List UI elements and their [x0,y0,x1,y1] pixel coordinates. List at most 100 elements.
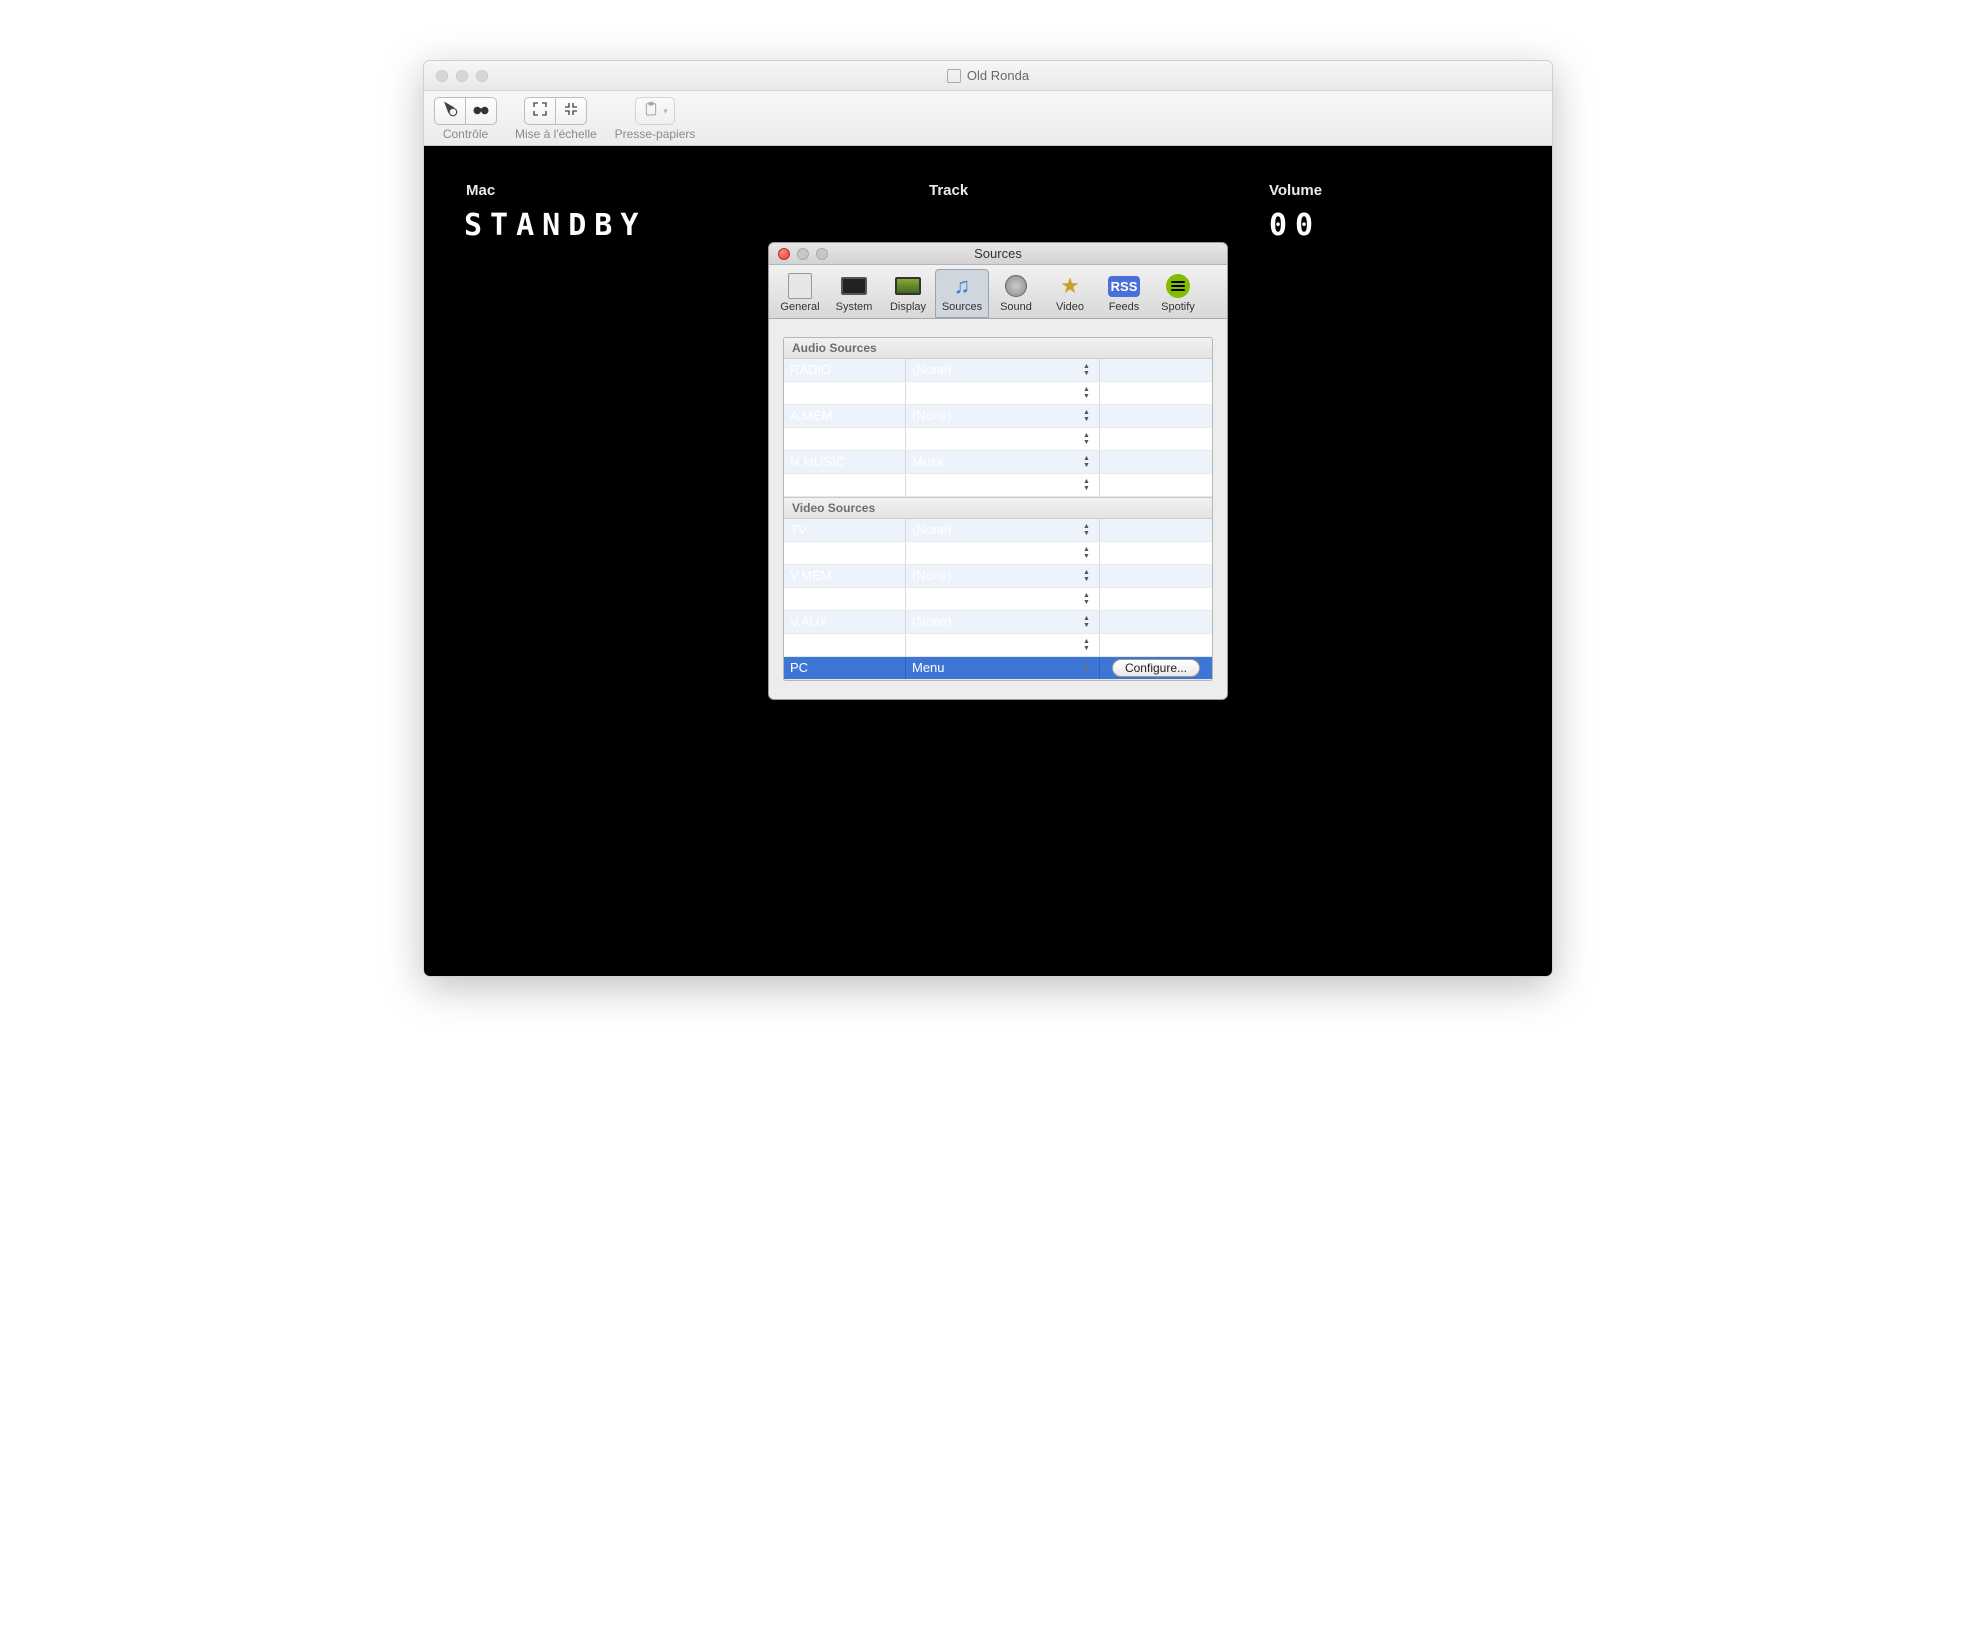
source-action-cell [1100,474,1212,496]
sources-tabs: General System Display ♫ Sources Sound [769,265,1227,319]
mac-label: Mac [466,182,495,199]
source-value-stepper[interactable]: Aux▲▼ [906,428,1100,450]
stepper-icon[interactable]: ▲▼ [1083,521,1095,538]
source-action-cell [1100,451,1212,473]
source-value-stepper[interactable]: CD▲▼ [906,382,1100,404]
source-action-cell [1100,565,1212,587]
stepper-icon[interactable]: ▲▼ [1083,567,1095,584]
table-row[interactable]: DVD(None)▲▼ [784,588,1212,611]
table-row[interactable]: PCMenu▲▼ Configure... [784,657,1212,680]
sources-body: Audio Sources RADIO(None)▲▼CDCD▲▼A.MEM(N… [769,319,1227,699]
vnc-window: Old Ronda Contrôle [423,60,1553,977]
table-row[interactable]: DTV(None)▲▼ [784,542,1212,565]
source-name: PC [784,657,906,679]
chevron-down-icon: ▾ [663,106,668,117]
table-row[interactable]: V.MEM(None)▲▼ [784,565,1212,588]
contract-icon [562,101,580,121]
star-icon: ★ [1060,273,1080,299]
cursor-icon [441,100,459,122]
stepper-icon[interactable]: ▲▼ [1083,476,1095,493]
tab-video[interactable]: ★ Video [1043,269,1097,318]
stepper-icon[interactable]: ▲▼ [1083,659,1095,676]
stepper-icon[interactable]: ▲▼ [1083,430,1095,447]
source-value-stepper[interactable]: (None)▲▼ [906,611,1100,633]
source-value-stepper[interactable]: (None)▲▼ [906,405,1100,427]
tab-sources[interactable]: ♫ Sources [935,269,989,318]
table-row[interactable]: V.AUX(None)▲▼ [784,611,1212,634]
volume-label: Volume [1269,182,1322,199]
clipboard-icon [642,101,660,121]
toolbar-label: Mise à l'échelle [515,127,597,141]
video-sources-header: Video Sources [784,497,1212,519]
window-proxy-icon [947,69,961,83]
table-row[interactable]: A.MEM(None)▲▼ [784,405,1212,428]
source-action-cell [1100,405,1212,427]
window-title: Old Ronda [424,68,1552,83]
source-name: A.MEM [784,405,906,427]
source-value-stepper[interactable]: (None)▲▼ [906,634,1100,656]
source-value-stepper[interactable]: Music▲▼ [906,451,1100,473]
music-note-icon: ♫ [954,273,971,299]
source-name: V.AUX2 [784,634,906,656]
source-value-stepper[interactable]: Radio▲▼ [906,474,1100,496]
audio-sources-header: Audio Sources [784,338,1212,359]
toolbar-group-scale: Mise à l'échelle [515,97,597,141]
source-value-stepper[interactable]: (None)▲▼ [906,565,1100,587]
stepper-icon[interactable]: ▲▼ [1083,407,1095,424]
table-row[interactable]: CDCD▲▼ [784,382,1212,405]
stepper-icon[interactable]: ▲▼ [1083,613,1095,630]
tab-general[interactable]: General [773,269,827,318]
binoculars-button[interactable] [465,97,497,125]
tab-feeds[interactable]: RSS Feeds [1097,269,1151,318]
stepper-icon[interactable]: ▲▼ [1083,453,1095,470]
stepper-icon[interactable]: ▲▼ [1083,384,1095,401]
spotify-icon [1166,274,1190,298]
source-name: V.AUX [784,611,906,633]
source-action-cell [1100,611,1212,633]
configure-button[interactable]: Configure... [1112,659,1200,677]
table-row[interactable]: A.AUXAux▲▼ [784,428,1212,451]
source-value-stepper[interactable]: (None)▲▼ [906,519,1100,541]
source-name: DTV [784,542,906,564]
stepper-icon[interactable]: ▲▼ [1083,361,1095,378]
source-action-cell [1100,382,1212,404]
mac-value: STANDBY [464,208,646,243]
source-value-stepper[interactable]: Menu▲▼ [906,657,1100,679]
table-row[interactable]: N.MUSICMusic▲▼ [784,451,1212,474]
source-value-stepper[interactable]: (None)▲▼ [906,588,1100,610]
tab-display[interactable]: Display [881,269,935,318]
tab-spotify[interactable]: Spotify [1151,269,1205,318]
system-icon [841,277,867,295]
toolbar: Contrôle Mise à l'échelle [424,91,1552,146]
tab-sound[interactable]: Sound [989,269,1043,318]
source-action-cell [1100,519,1212,541]
source-value-stepper[interactable]: (None)▲▼ [906,542,1100,564]
titlebar[interactable]: Old Ronda [424,61,1552,91]
table-row[interactable]: TV(None)▲▼ [784,519,1212,542]
source-action-cell [1100,634,1212,656]
sources-titlebar[interactable]: Sources [769,243,1227,265]
volume-value: 00 [1269,208,1321,243]
stepper-icon[interactable]: ▲▼ [1083,590,1095,607]
source-name: DVD [784,588,906,610]
source-name: N.MUSIC [784,451,906,473]
expand-button[interactable] [524,97,556,125]
sources-table: Audio Sources RADIO(None)▲▼CDCD▲▼A.MEM(N… [783,337,1213,681]
toolbar-group-clipboard: ▾ Presse-papiers [615,97,696,141]
table-row[interactable]: V.AUX2(None)▲▼ [784,634,1212,657]
table-row[interactable]: RADIO(None)▲▼ [784,359,1212,382]
sources-window[interactable]: Sources General System Display ♫ Source [768,242,1228,700]
stepper-icon[interactable]: ▲▼ [1083,636,1095,653]
contract-button[interactable] [555,97,587,125]
source-action-cell [1100,428,1212,450]
clipboard-button[interactable]: ▾ [635,97,675,125]
source-value-stepper[interactable]: (None)▲▼ [906,359,1100,381]
stepper-icon[interactable]: ▲▼ [1083,544,1095,561]
remote-screen: Mac Track Volume STANDBY 00 Sources Gene… [424,146,1552,976]
table-row[interactable]: N.RADIORadio▲▼ [784,474,1212,497]
toolbar-label: Presse-papiers [615,127,696,141]
cursor-button[interactable] [434,97,466,125]
source-name: N.RADIO [784,474,906,496]
source-action-cell [1100,359,1212,381]
tab-system[interactable]: System [827,269,881,318]
